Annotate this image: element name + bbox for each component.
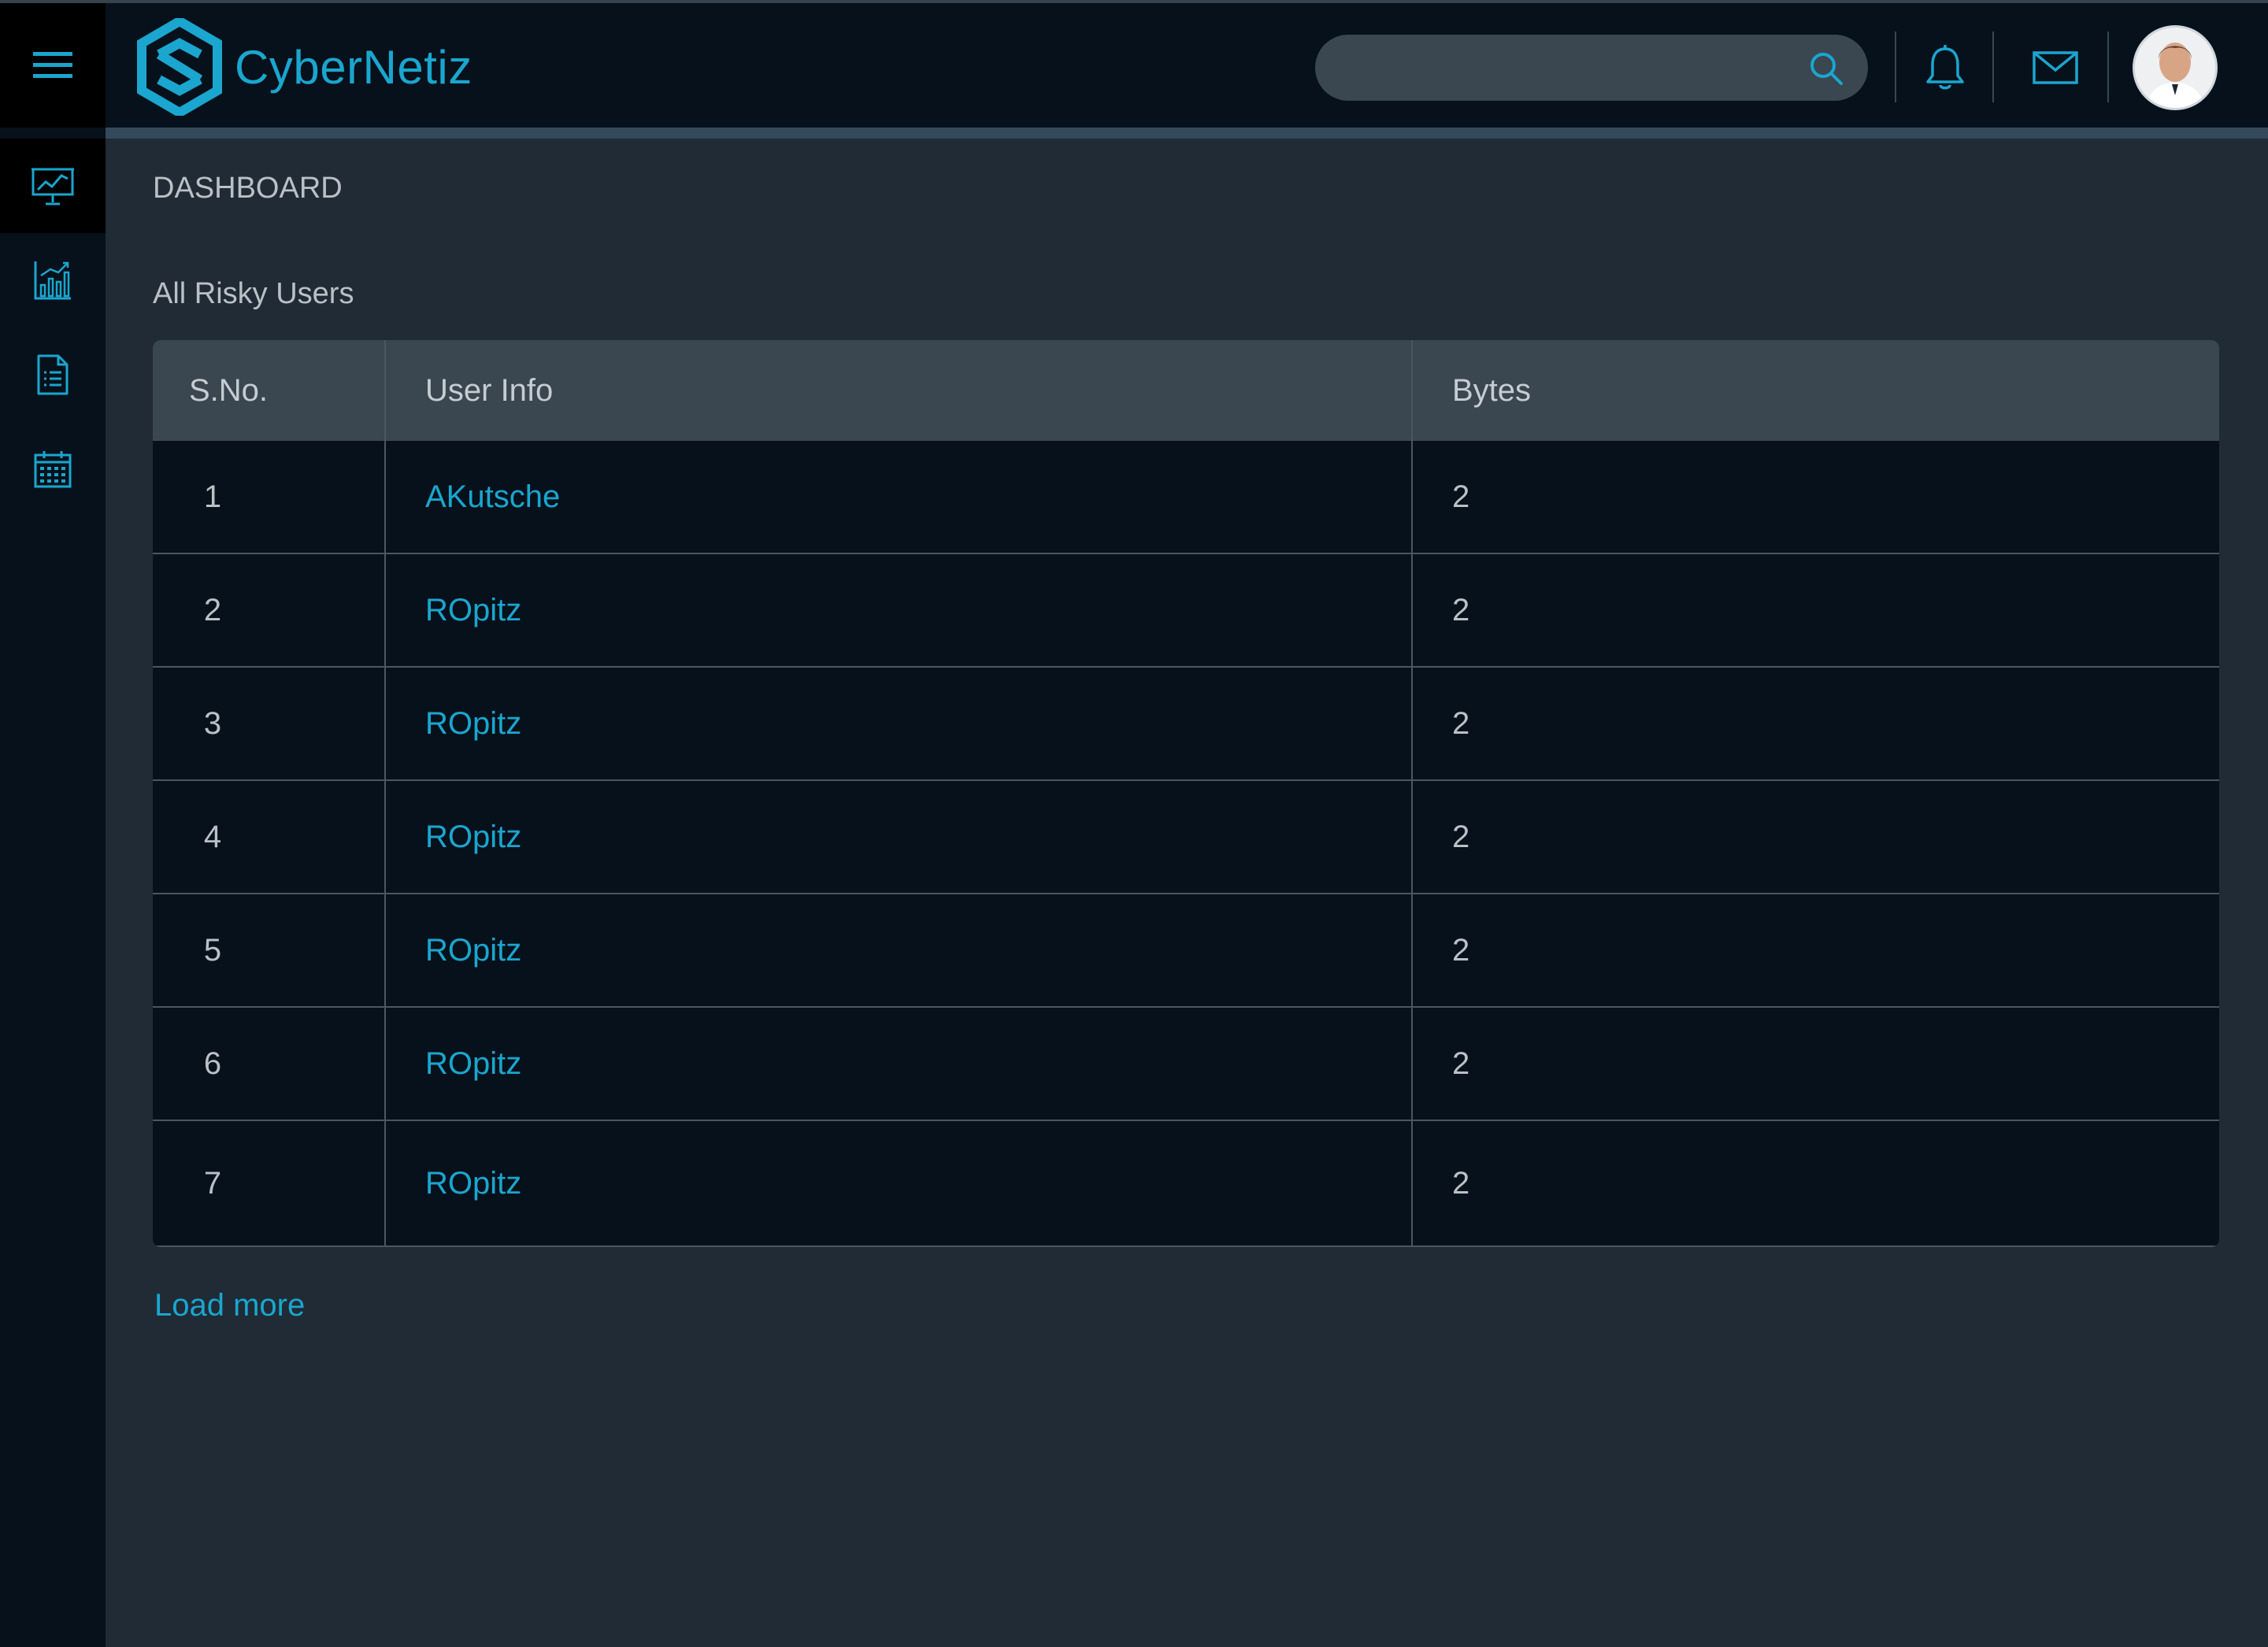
- top-bar: CyberNetiz: [0, 0, 2268, 128]
- search-bar: [1315, 35, 1868, 101]
- cell-bytes: 2: [1452, 1165, 1470, 1201]
- table-row: 1 AKutsche 2: [153, 441, 2219, 554]
- app-root: CyberNetiz DASHBOARD All Risky Users S.N…: [0, 0, 2268, 1647]
- divider: [2107, 31, 2109, 102]
- cell-sno: 7: [203, 1165, 222, 1201]
- user-link[interactable]: ROpitz: [425, 1121, 521, 1245]
- table-row: 5 ROpitz 2: [153, 894, 2219, 1008]
- cell-sno: 5: [203, 932, 222, 968]
- cell-bytes: 2: [1452, 592, 1470, 627]
- hamburger-icon: [33, 52, 72, 78]
- document-list-icon: [37, 354, 69, 395]
- table-row: 3 ROpitz 2: [153, 668, 2219, 781]
- cell-bytes: 2: [1452, 819, 1470, 854]
- divider: [1895, 31, 1896, 102]
- cybernetiz-logo-icon: [137, 18, 222, 116]
- cell-sno: 6: [203, 1046, 222, 1081]
- cell-bytes: 2: [1452, 932, 1470, 968]
- section-title: All Risky Users: [153, 277, 354, 310]
- user-avatar[interactable]: [2133, 25, 2218, 110]
- cell-bytes: 2: [1452, 479, 1470, 514]
- table-row: 7 ROpitz 2: [153, 1121, 2219, 1247]
- column-header-bytes: Bytes: [1452, 372, 1532, 408]
- messages-button[interactable]: [2022, 35, 2088, 101]
- sidebar-item-dashboard[interactable]: [0, 139, 106, 233]
- cell-bytes: 2: [1452, 705, 1470, 741]
- top-bar-underline: [106, 128, 2268, 139]
- cell-sno: 1: [203, 479, 222, 514]
- sidebar: [0, 128, 106, 1647]
- notifications-button[interactable]: [1912, 35, 1978, 101]
- page-title: DASHBOARD: [153, 172, 343, 205]
- brand-name: CyberNetiz: [235, 40, 472, 94]
- cell-sno: 4: [203, 819, 222, 854]
- column-divider: [384, 340, 386, 1247]
- table-row: 2 ROpitz 2: [153, 554, 2219, 668]
- search-icon: [1810, 53, 1843, 85]
- user-link[interactable]: ROpitz: [425, 781, 521, 893]
- column-header-user-info: User Info: [425, 372, 554, 408]
- risky-users-table: S.No. User Info Bytes 1 AKutsche 2 2 ROp…: [153, 340, 2219, 1247]
- column-divider: [1411, 340, 1413, 1247]
- sidebar-item-calendar[interactable]: [0, 422, 106, 516]
- cell-sno: 3: [203, 705, 222, 741]
- avatar-icon: [2135, 28, 2215, 108]
- sidebar-item-analytics[interactable]: [0, 233, 106, 328]
- menu-toggle-button[interactable]: [0, 3, 106, 128]
- table-row: 6 ROpitz 2: [153, 1008, 2219, 1121]
- presentation-chart-icon: [32, 168, 74, 205]
- user-link[interactable]: ROpitz: [425, 894, 521, 1006]
- bar-chart-icon: [34, 261, 71, 300]
- user-link[interactable]: AKutsche: [425, 441, 560, 553]
- divider: [1992, 31, 1994, 102]
- mail-icon: [2033, 51, 2078, 84]
- user-link[interactable]: ROpitz: [425, 554, 521, 666]
- user-link[interactable]: ROpitz: [425, 1008, 521, 1120]
- brand-logo[interactable]: CyberNetiz: [135, 17, 472, 117]
- column-header-sno: S.No.: [189, 372, 269, 408]
- sidebar-item-reports[interactable]: [0, 328, 106, 422]
- table-header: S.No. User Info Bytes: [153, 340, 2219, 441]
- user-link[interactable]: ROpitz: [425, 668, 521, 779]
- cell-bytes: 2: [1452, 1046, 1470, 1081]
- calendar-icon: [34, 451, 72, 488]
- search-input[interactable]: [1339, 35, 1780, 101]
- search-button[interactable]: [1807, 49, 1846, 88]
- bell-icon: [1926, 45, 1964, 90]
- cell-sno: 2: [203, 592, 222, 627]
- table-row: 4 ROpitz 2: [153, 781, 2219, 894]
- load-more-link[interactable]: Load more: [154, 1288, 305, 1323]
